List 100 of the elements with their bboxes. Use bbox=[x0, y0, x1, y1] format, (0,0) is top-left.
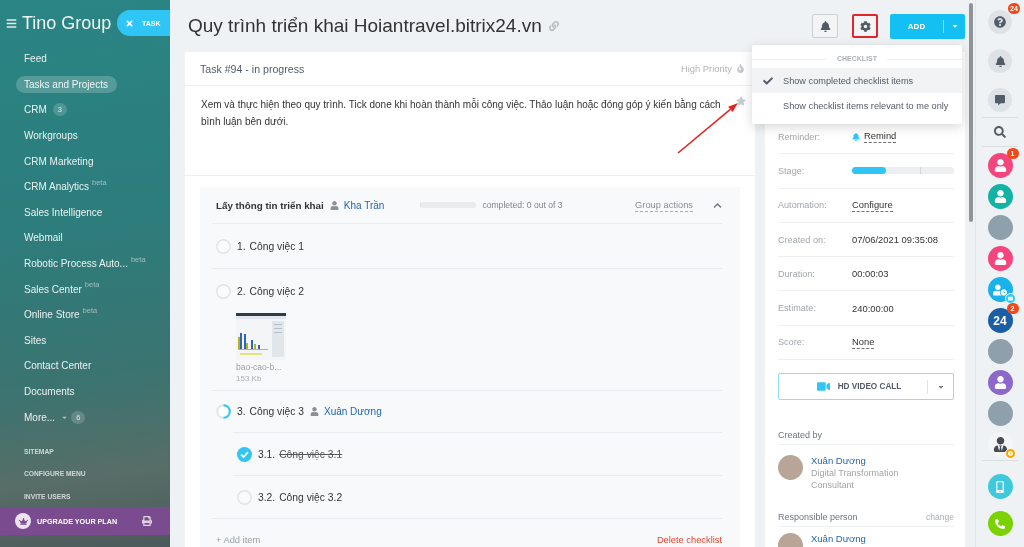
add-item-link[interactable]: + Add item bbox=[216, 535, 261, 545]
phone-icon bbox=[995, 518, 1005, 529]
messages-button[interactable] bbox=[988, 88, 1012, 112]
mobile-app-button[interactable] bbox=[987, 474, 1013, 499]
section-title: Responsible person bbox=[778, 511, 858, 522]
call-button[interactable] bbox=[987, 511, 1013, 536]
progress-text: completed: 0 out of 3 bbox=[482, 200, 563, 210]
task-title: Quy trình triển khai Hoiantravel.bitrix24.vn bbox=[188, 15, 542, 37]
user-avatar-button[interactable] bbox=[987, 370, 1013, 395]
empty-circle-icon[interactable] bbox=[216, 238, 231, 254]
report-thumbnail-drawing[interactable] bbox=[236, 313, 286, 360]
printer-icon[interactable] bbox=[142, 516, 152, 527]
field-link[interactable]: Configure bbox=[852, 198, 893, 212]
delete-checklist-link[interactable]: Delete checklist bbox=[656, 535, 722, 545]
field-value: 07/06/2021 09:35:08 bbox=[852, 234, 939, 246]
star-icon[interactable] bbox=[736, 96, 746, 106]
avatar-photo-placeholder bbox=[778, 455, 803, 481]
company-name: Tino Group bbox=[22, 12, 112, 34]
nav-item[interactable]: Webmail bbox=[16, 229, 66, 247]
item-number: 3.1. bbox=[258, 448, 276, 460]
nav-item[interactable]: CRM Marketing bbox=[16, 152, 97, 170]
file-name[interactable]: bao-cao-b... bbox=[236, 361, 282, 373]
video-call-button[interactable]: HD VIDEO CALL bbox=[778, 373, 954, 401]
crown-icon bbox=[15, 513, 31, 530]
progress-ring-icon[interactable] bbox=[216, 404, 231, 419]
bell-icon bbox=[994, 55, 1006, 67]
field-value: 00:00:03 bbox=[852, 268, 889, 280]
bell-icon bbox=[819, 20, 831, 32]
nav-item[interactable]: Tasks and Projects bbox=[16, 75, 117, 93]
field-label: Reminder: bbox=[778, 131, 821, 142]
checked-circle-icon[interactable] bbox=[237, 446, 252, 462]
menu-option[interactable]: Show checklist items relevant to me only bbox=[752, 93, 962, 118]
item-text: Công việc 2 bbox=[249, 285, 304, 297]
user-avatar-button[interactable] bbox=[987, 153, 1013, 178]
item-text: Công việc 1 bbox=[249, 240, 304, 252]
more-menu-item[interactable]: More... bbox=[16, 408, 59, 426]
person-name-link[interactable]: Xuân Dương bbox=[811, 455, 866, 468]
assignee-link[interactable]: Xuân Dương bbox=[324, 406, 382, 417]
chat-icon bbox=[995, 95, 1005, 105]
avatar-photo-placeholder[interactable] bbox=[987, 215, 1013, 240]
nav-item[interactable]: Sales Center bbox=[16, 280, 85, 298]
field-link[interactable]: None bbox=[852, 335, 875, 349]
avatar-photo-placeholder[interactable] bbox=[987, 339, 1013, 364]
task-description: Xem và thực hiện theo quy trình. Tick done khi hoàn thành mỗi công việc. Thảo luận hoặc đóng góp ý kiến bằng cách bình luận bên dưới. bbox=[201, 97, 722, 129]
caret-icon bbox=[950, 22, 959, 30]
person-icon bbox=[329, 200, 339, 210]
user-icon bbox=[993, 376, 1007, 389]
bell-icon bbox=[852, 132, 860, 141]
user-icon bbox=[993, 159, 1007, 172]
nav-item[interactable]: Contact Center bbox=[16, 357, 95, 375]
file-size: 153 Kb bbox=[236, 373, 262, 385]
empty-circle-icon[interactable] bbox=[216, 283, 231, 299]
user-icon bbox=[993, 252, 1007, 265]
search-icon bbox=[994, 126, 1006, 138]
field-value: 240:00:00 bbox=[852, 302, 894, 314]
nav-item[interactable]: CRM Analytics bbox=[16, 178, 92, 196]
field-label: Automation: bbox=[778, 200, 828, 211]
mobile-phone-icon bbox=[994, 480, 1006, 493]
help-button[interactable] bbox=[988, 10, 1012, 34]
notifications-button[interactable] bbox=[812, 14, 838, 38]
person-position: Digital Transformation Consultant bbox=[811, 467, 900, 492]
remind-link[interactable]: Remind bbox=[864, 130, 897, 144]
person-icon bbox=[310, 407, 319, 416]
field-label: Stage: bbox=[778, 165, 806, 176]
nav-item[interactable]: Workgroups bbox=[16, 127, 81, 145]
field-label: Created on: bbox=[778, 234, 827, 245]
nav-item[interactable]: Online Store bbox=[16, 306, 83, 324]
user-avatar-button[interactable] bbox=[987, 246, 1013, 271]
nav-item[interactable]: Feed bbox=[16, 50, 50, 68]
link-icon[interactable] bbox=[548, 21, 559, 31]
user-avatar-button[interactable] bbox=[987, 432, 1013, 457]
settings-button[interactable] bbox=[852, 14, 878, 38]
item-text: Công việc 3.1 bbox=[279, 448, 343, 460]
nav-item[interactable]: CRM bbox=[16, 101, 50, 119]
item-number: 3.2. bbox=[258, 491, 276, 503]
menu-icon[interactable] bbox=[6, 17, 17, 29]
person-name-link[interactable]: Xuân Dương bbox=[811, 533, 866, 546]
scrollbar-thumb[interactable] bbox=[969, 3, 973, 222]
help-icon bbox=[994, 16, 1006, 28]
check-icon bbox=[762, 75, 773, 86]
user-icon bbox=[993, 190, 1007, 203]
nav-item[interactable]: Sites bbox=[16, 331, 50, 349]
assignee-link[interactable]: Kha Trần bbox=[343, 199, 385, 211]
notifications-button[interactable] bbox=[988, 49, 1012, 73]
item-number: 1. bbox=[237, 240, 246, 252]
group-actions-link[interactable]: Group actions bbox=[635, 198, 693, 212]
stage-track[interactable] bbox=[852, 167, 954, 175]
nav-item[interactable]: Sales Intelligence bbox=[16, 203, 106, 221]
flame-icon[interactable] bbox=[736, 64, 745, 73]
chevron-up-icon[interactable] bbox=[713, 200, 722, 210]
nav-item[interactable]: Robotic Process Auto... bbox=[16, 255, 131, 273]
avatar-photo-placeholder[interactable] bbox=[987, 401, 1013, 426]
field-label: Duration: bbox=[778, 268, 816, 279]
change-link[interactable]: change bbox=[926, 511, 954, 522]
section-title: Created by bbox=[778, 429, 823, 440]
item-text: Công việc 3.2 bbox=[279, 491, 343, 503]
nav-item[interactable]: Documents bbox=[16, 383, 78, 400]
empty-circle-icon[interactable] bbox=[237, 489, 252, 505]
menu-option[interactable]: Show completed checklist items bbox=[752, 68, 962, 93]
item-text: Công việc 3 bbox=[249, 406, 304, 417]
